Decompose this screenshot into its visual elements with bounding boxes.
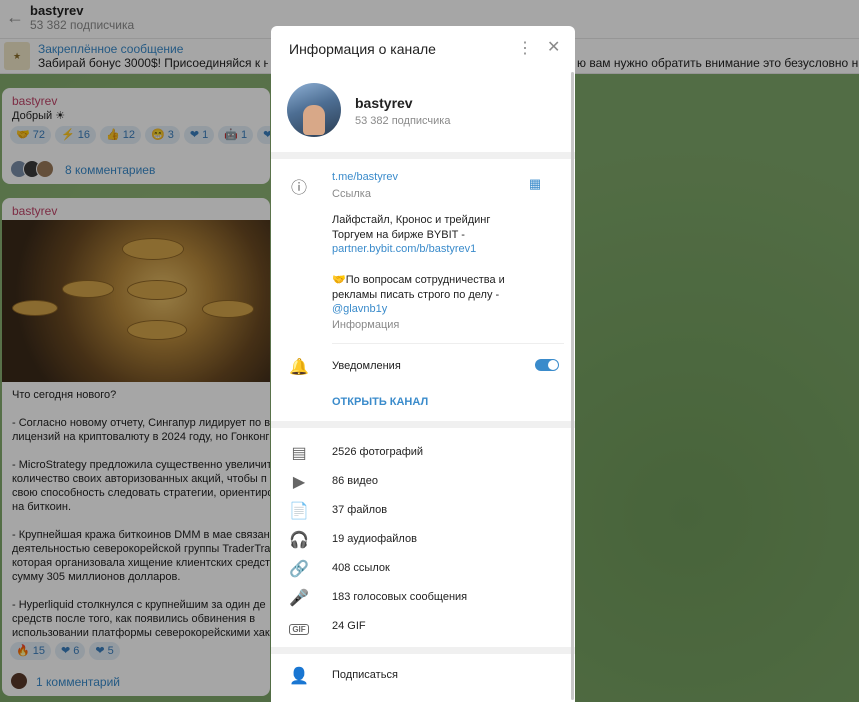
info-label: Информация — [332, 319, 400, 331]
channel-description: Лайфстайл, Кронос и трейдинг Торгуем на … — [332, 214, 491, 241]
open-channel-button[interactable]: ОТКРЫТЬ КАНАЛ — [332, 396, 428, 408]
dialog-scrollbar[interactable] — [571, 72, 574, 700]
channel-info-dialog: Информация о канале ⋮ ✕ bastyrev 53 382 … — [271, 26, 575, 702]
notifications-label: Уведомления — [332, 360, 401, 372]
section-divider — [271, 152, 575, 159]
qr-code-icon[interactable]: ▦ — [525, 176, 545, 192]
media-row-photos[interactable]: 2526 фотографий — [332, 446, 423, 458]
channel-link[interactable]: t.me/bastyrev — [332, 171, 398, 183]
description-link[interactable]: partner.bybit.com/b/bastyrev1 — [332, 243, 476, 255]
microphone-icon: 🎤 — [289, 590, 309, 607]
toggle-knob — [548, 360, 558, 370]
link-label: Ссылка — [332, 188, 371, 200]
headphones-icon: 🎧 — [289, 532, 309, 549]
dialog-title: Информация о канале — [289, 41, 436, 57]
more-vertical-icon[interactable]: ⋮ — [517, 38, 533, 58]
media-row-links[interactable]: 408 ссылок — [332, 562, 390, 574]
profile-name: bastyrev — [355, 95, 413, 111]
add-user-icon: 👤 — [289, 668, 309, 685]
media-row-audio[interactable]: 19 аудиофайлов — [332, 533, 417, 545]
link-icon: 🔗 — [289, 561, 309, 578]
info-icon: ⓘ — [290, 180, 307, 197]
profile-subscribers: 53 382 подписчика — [355, 115, 451, 127]
file-icon: 📄 — [289, 503, 309, 520]
section-divider — [271, 421, 575, 428]
section-divider — [271, 647, 575, 654]
media-row-files[interactable]: 37 файлов — [332, 504, 387, 516]
gif-icon: GIF — [289, 619, 309, 637]
close-icon[interactable]: ✕ — [547, 37, 560, 57]
media-row-gif[interactable]: 24 GIF — [332, 620, 366, 632]
subscribe-button[interactable]: Подписаться — [332, 669, 398, 681]
channel-avatar[interactable] — [287, 83, 341, 137]
channel-description-cont: 🤝По вопросам сотрудничества и рекламы пи… — [332, 274, 505, 301]
contact-username[interactable]: @glavnb1y — [332, 303, 387, 315]
bell-icon: 🔔 — [289, 359, 309, 376]
divider — [332, 343, 564, 344]
media-row-videos[interactable]: 86 видео — [332, 475, 378, 487]
photo-icon: ▤ — [291, 445, 307, 462]
video-icon: ▶ — [292, 474, 306, 491]
avatar-person-shape — [303, 105, 325, 135]
notifications-toggle[interactable] — [535, 359, 559, 371]
media-row-voice[interactable]: 183 голосовых сообщения — [332, 591, 467, 603]
